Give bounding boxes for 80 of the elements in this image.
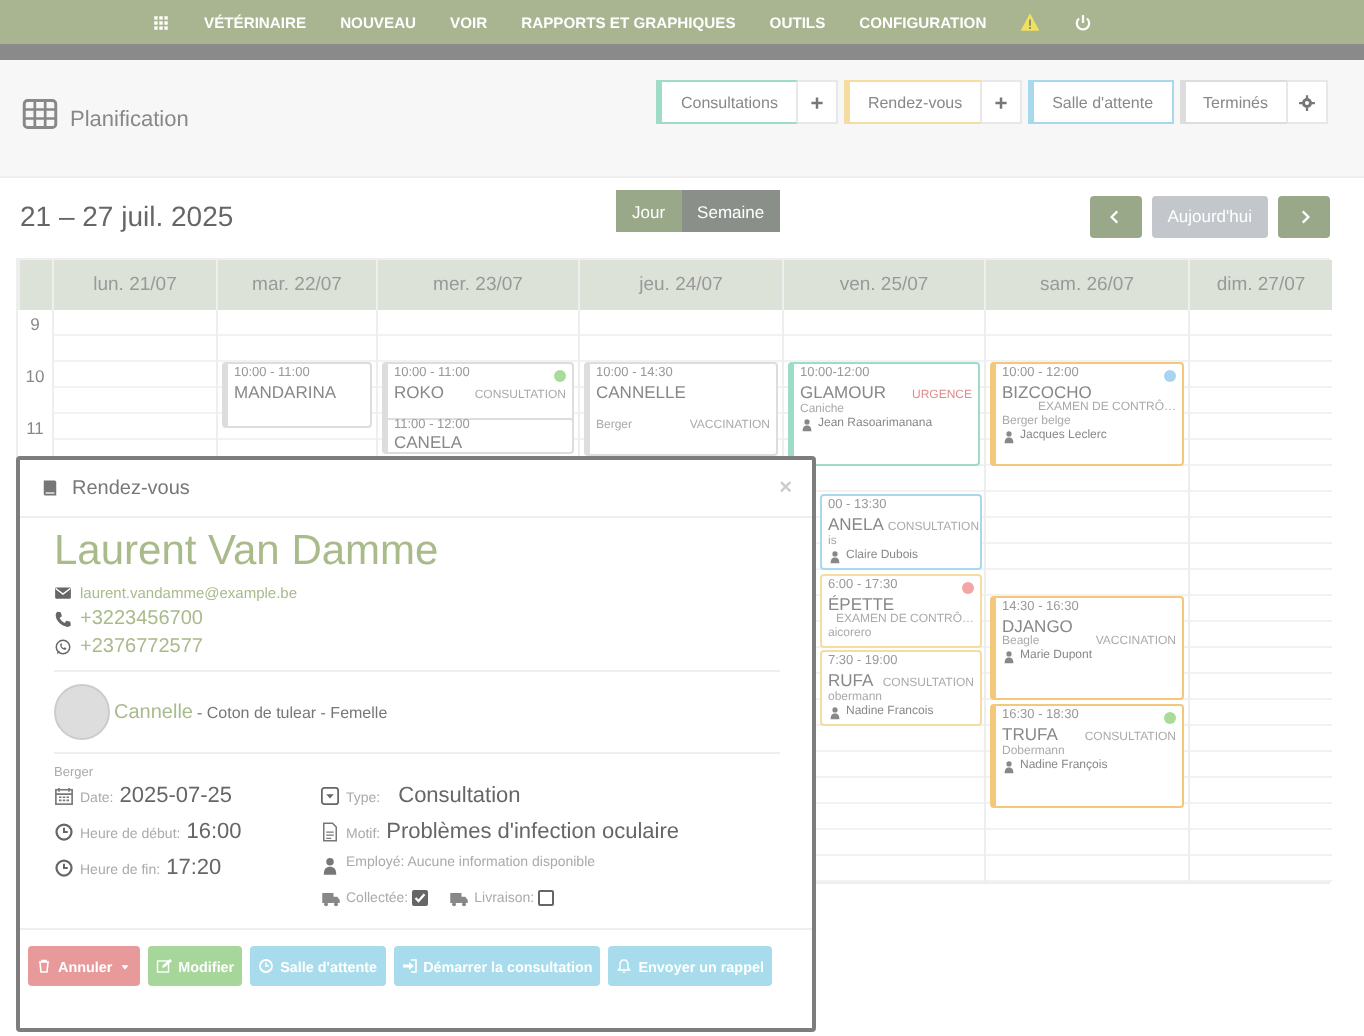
clock-icon — [54, 858, 74, 878]
settings-button[interactable] — [1288, 80, 1328, 124]
add-button[interactable] — [797, 80, 838, 124]
settings-icon — [1298, 93, 1316, 111]
filter-button[interactable]: Rendez-vous — [843, 80, 983, 124]
pet-name: MANDARINA — [234, 381, 337, 402]
document-icon — [320, 822, 340, 842]
pet-name: BIZCOCHO — [1002, 381, 1092, 402]
pet-details: - Coton de tulear - Femelle — [196, 703, 388, 721]
filter-button[interactable]: Consultations — [656, 80, 798, 124]
day-header: sam. 26/07 — [984, 260, 1188, 310]
next-button[interactable] — [1278, 195, 1330, 237]
apps-grid-icon[interactable] — [152, 13, 170, 31]
page-title: Planification — [70, 108, 189, 132]
view-tab[interactable]: Semaine — [681, 190, 781, 232]
day-header: lun. 21/07 — [52, 260, 216, 310]
field-value: Consultation — [398, 784, 521, 808]
truck-icon — [320, 888, 342, 908]
view-tab[interactable]: Jour — [616, 190, 682, 232]
calendar-grid-icon — [20, 96, 60, 132]
pet-name: TRUFA — [1002, 723, 1058, 744]
pet-name: ÉPETTE — [828, 593, 895, 614]
hour-label: 9 — [28, 312, 42, 338]
clock-icon — [54, 822, 74, 842]
field-value: 2025-07-25 — [119, 784, 233, 808]
whatsapp-icon — [54, 638, 72, 656]
sign-in-icon — [401, 958, 418, 974]
close-button[interactable]: × — [779, 468, 792, 508]
day-header: dim. 27/07 — [1188, 260, 1332, 310]
pet-name: DJANGO — [1002, 615, 1073, 636]
truck-icon — [448, 888, 471, 908]
add-button[interactable] — [982, 80, 1023, 124]
day-header: mar. 22/07 — [216, 260, 376, 310]
calendar-icon — [54, 786, 74, 806]
checkbox[interactable] — [412, 890, 429, 906]
person-icon — [1002, 650, 1016, 665]
person-icon — [828, 706, 842, 721]
phone-icon — [54, 610, 72, 628]
filter-button[interactable]: Terminés — [1179, 80, 1288, 124]
edit-icon — [156, 958, 173, 974]
pet-name-link[interactable]: Cannelle — [114, 701, 193, 723]
pet-name: CANNELLE — [596, 381, 686, 402]
plus-icon — [807, 93, 826, 111]
hour-label: 11 — [24, 416, 46, 442]
person-icon — [320, 856, 340, 876]
filter-button[interactable]: Salle d'attente — [1028, 80, 1174, 124]
field-value: 17:20 — [166, 856, 222, 880]
checkbox[interactable] — [538, 890, 555, 906]
date-range: 21 – 27 juil. 2025 — [20, 200, 234, 232]
field-value: 16:00 — [186, 820, 242, 844]
mail-icon — [54, 584, 72, 602]
client-whatsapp[interactable]: +2376772577 — [80, 636, 203, 658]
book-icon — [40, 478, 60, 498]
modal-title: Rendez-vous — [72, 477, 190, 499]
clock-icon — [258, 958, 275, 974]
pet-name: CANELA — [394, 433, 463, 450]
pet-avatar — [54, 684, 110, 740]
hour-label: 10 — [23, 364, 47, 390]
pet-name: GLAMOUR — [800, 381, 886, 402]
person-icon — [800, 418, 814, 433]
day-header: ven. 25/07 — [782, 260, 984, 310]
client-phone[interactable]: +3223456700 — [80, 608, 203, 630]
power-icon[interactable] — [1074, 13, 1093, 31]
person-icon — [828, 550, 842, 565]
plus-icon — [992, 93, 1011, 111]
dropdown-icon — [320, 786, 340, 806]
person-icon — [1002, 760, 1016, 775]
day-header: mer. 23/07 — [376, 260, 578, 310]
bell-icon — [616, 958, 633, 974]
caret-icon — [118, 959, 133, 973]
client-name: Laurent Van Damme — [54, 528, 441, 576]
trash-icon — [36, 958, 52, 974]
previous-button[interactable] — [1089, 195, 1142, 237]
pet-name: ANELA — [828, 513, 884, 534]
day-header: jeu. 24/07 — [578, 260, 782, 310]
field-value: Problèmes d'infection oculaire — [386, 820, 680, 844]
pet-name: RUFA — [828, 669, 874, 690]
warning-icon — [1020, 12, 1041, 32]
pet-name: ROKO — [394, 381, 445, 402]
person-icon — [1002, 430, 1016, 445]
